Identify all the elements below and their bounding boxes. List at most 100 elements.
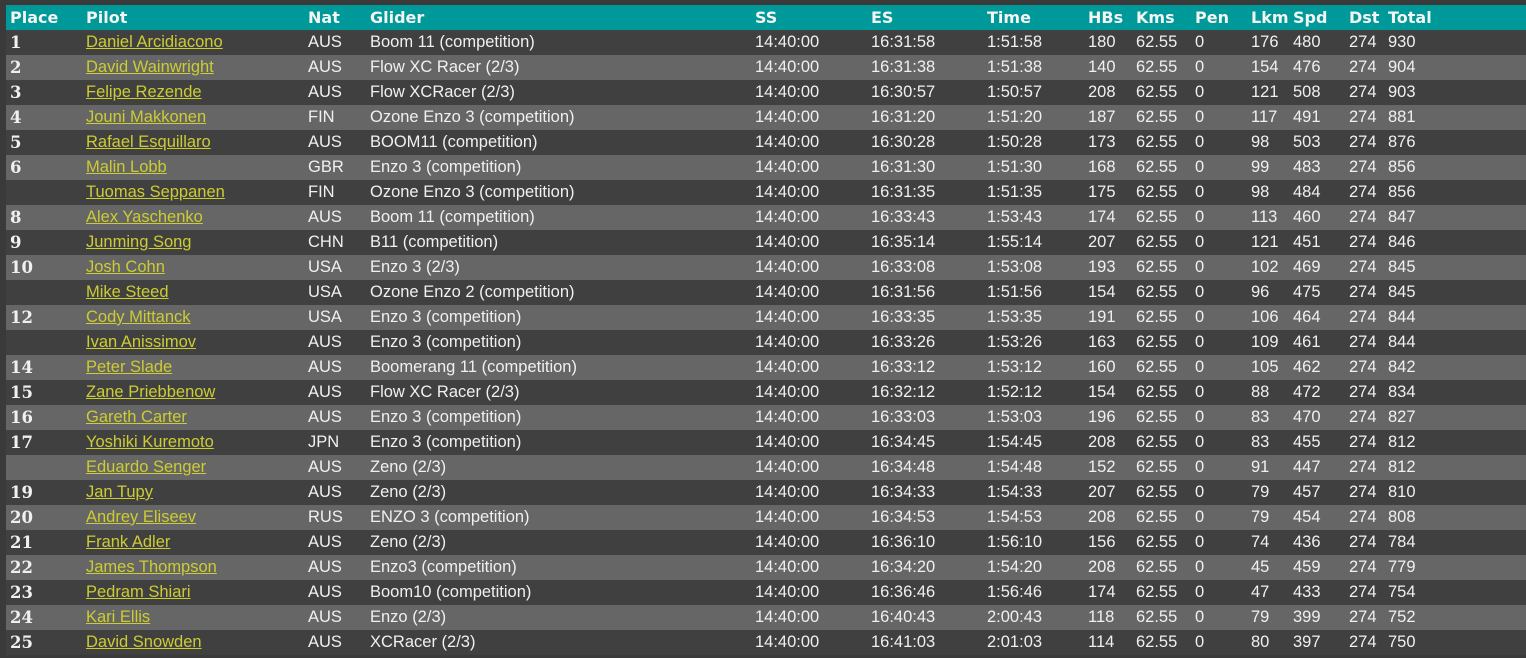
dst-cell: 274 — [1349, 233, 1377, 251]
column-header-place: Place — [10, 8, 59, 27]
table-row: 8 Alex Yaschenko AUS Boom 11 (competition) 1… — [6, 205, 1526, 230]
pilot-link[interactable]: James Thompson — [86, 558, 217, 576]
pilot-link[interactable]: Josh Cohn — [86, 258, 165, 276]
pilot-link[interactable]: Mike Steed — [86, 283, 169, 301]
es-cell: 16:33:12 — [871, 358, 936, 376]
lkm-cell: 154 — [1251, 58, 1279, 76]
place-cell: 15 — [10, 383, 33, 402]
nat-cell: AUS — [308, 83, 342, 101]
hbs-cell: 118 — [1088, 608, 1115, 626]
pilot-cell: Junming Song — [82, 230, 304, 255]
ss-cell: 14:40:00 — [755, 133, 820, 151]
lkm-cell: 80 — [1251, 633, 1270, 651]
pen-cell: 0 — [1195, 533, 1205, 551]
place-cell: 6 — [10, 158, 22, 177]
lkm-cell: 96 — [1251, 283, 1270, 301]
pilot-link[interactable]: Frank Adler — [86, 533, 170, 551]
column-header-time: Time — [987, 8, 1031, 27]
pilot-link[interactable]: Gareth Carter — [86, 408, 187, 426]
dst-cell: 274 — [1349, 633, 1377, 651]
header-row: Place Pilot Nat Glider SS ES Time HBs Kms Pen Lkm S… — [6, 5, 1526, 30]
pilot-link[interactable]: Ivan Anissimov — [86, 333, 196, 351]
es-cell: 16:36:10 — [871, 533, 936, 551]
ss-cell: 14:40:00 — [755, 33, 820, 51]
es-cell: 16:34:33 — [871, 483, 936, 501]
pilot-link[interactable]: Alex Yaschenko — [86, 208, 203, 226]
ss-cell: 14:40:00 — [755, 208, 820, 226]
ss-cell: 14:40:00 — [755, 283, 820, 301]
dst-cell: 274 — [1349, 533, 1377, 551]
es-cell: 16:34:48 — [871, 458, 936, 476]
time-cell: 1:53:35 — [987, 308, 1043, 326]
kms-cell: 62.55 — [1136, 233, 1178, 251]
pilot-link[interactable]: Andrey Eliseev — [86, 508, 196, 526]
total-cell: 752 — [1388, 608, 1416, 626]
pilot-link[interactable]: David Snowden — [86, 633, 202, 651]
time-cell: 1:54:53 — [987, 508, 1043, 526]
pilot-link[interactable]: Jouni Makkonen — [86, 108, 206, 126]
nat-cell: AUS — [308, 483, 342, 501]
total-cell: 845 — [1388, 283, 1416, 301]
hbs-cell: 156 — [1088, 533, 1116, 551]
kms-cell: 62.55 — [1136, 183, 1178, 201]
kms-cell: 62.55 — [1136, 158, 1178, 176]
lkm-cell: 106 — [1251, 308, 1279, 326]
pen-cell: 0 — [1195, 483, 1205, 501]
table-row: 22 James Thompson AUS Enzo3 (competition) 14… — [6, 555, 1526, 580]
hbs-cell: 208 — [1088, 508, 1116, 526]
es-cell: 16:31:30 — [871, 158, 936, 176]
pilot-link[interactable]: Rafael Esquillaro — [86, 133, 211, 151]
pilot-link[interactable]: Felipe Rezende — [86, 83, 202, 101]
spd-cell: 469 — [1293, 258, 1321, 276]
total-cell: 876 — [1388, 133, 1416, 151]
total-cell: 846 — [1388, 233, 1416, 251]
glider-cell: Boom10 (competition) — [370, 583, 532, 601]
ss-cell: 14:40:00 — [755, 333, 820, 351]
pilot-link[interactable]: Junming Song — [86, 233, 192, 251]
pen-cell: 0 — [1195, 508, 1205, 526]
spd-cell: 508 — [1293, 83, 1321, 101]
spd-cell: 461 — [1293, 333, 1321, 351]
spd-cell: 447 — [1293, 458, 1321, 476]
results-table-container: Place Pilot Nat Glider SS ES Time HBs Kms Pen Lkm S… — [6, 5, 1526, 655]
pilot-link[interactable]: Malin Lobb — [86, 158, 167, 176]
pilot-link[interactable]: Yoshiki Kuremoto — [86, 433, 214, 451]
pilot-link[interactable]: Cody Mittanck — [86, 308, 191, 326]
hbs-cell: 207 — [1088, 483, 1116, 501]
es-cell: 16:35:14 — [871, 233, 936, 251]
lkm-cell: 79 — [1251, 608, 1270, 626]
table-row: 1 Daniel Arcidiacono AUS Boom 11 (competiti… — [6, 30, 1526, 55]
nat-cell: AUS — [308, 608, 342, 626]
pilot-link[interactable]: Pedram Shiari — [86, 583, 191, 601]
nat-cell: AUS — [308, 58, 342, 76]
table-row: 25 David Snowden AUS XCRacer (2/3) 14:40:00 1… — [6, 630, 1526, 655]
place-cell: 5 — [10, 133, 22, 152]
pilot-link[interactable]: Kari Ellis — [86, 608, 150, 626]
pilot-link[interactable]: Peter Slade — [86, 358, 172, 376]
pilot-cell: Yoshiki Kuremoto — [82, 430, 304, 455]
spd-cell: 460 — [1293, 208, 1321, 226]
pilot-link[interactable]: Zane Priebbenow — [86, 383, 215, 401]
pen-cell: 0 — [1195, 133, 1205, 151]
total-cell: 812 — [1388, 458, 1416, 476]
column-header-nat: Nat — [308, 8, 340, 27]
hbs-cell: 154 — [1088, 283, 1116, 301]
results-body: 1 Daniel Arcidiacono AUS Boom 11 (competiti… — [6, 30, 1526, 655]
pilot-cell: Alex Yaschenko — [82, 205, 304, 230]
lkm-cell: 121 — [1251, 233, 1279, 251]
column-header-es: ES — [871, 8, 894, 27]
kms-cell: 62.55 — [1136, 308, 1178, 326]
pilot-link[interactable]: Eduardo Senger — [86, 458, 206, 476]
nat-cell: AUS — [308, 358, 342, 376]
pen-cell: 0 — [1195, 283, 1205, 301]
pilot-link[interactable]: Tuomas Seppanen — [86, 183, 225, 201]
total-cell: 750 — [1388, 633, 1416, 651]
es-cell: 16:41:03 — [871, 633, 936, 651]
pilot-link[interactable]: Daniel Arcidiacono — [86, 33, 223, 51]
time-cell: 1:51:58 — [987, 33, 1043, 51]
pen-cell: 0 — [1195, 108, 1205, 126]
glider-cell: Boomerang 11 (competition) — [370, 358, 577, 376]
pilot-link[interactable]: David Wainwright — [86, 58, 214, 76]
pilot-link[interactable]: Jan Tupy — [86, 483, 153, 501]
lkm-cell: 79 — [1251, 483, 1270, 501]
